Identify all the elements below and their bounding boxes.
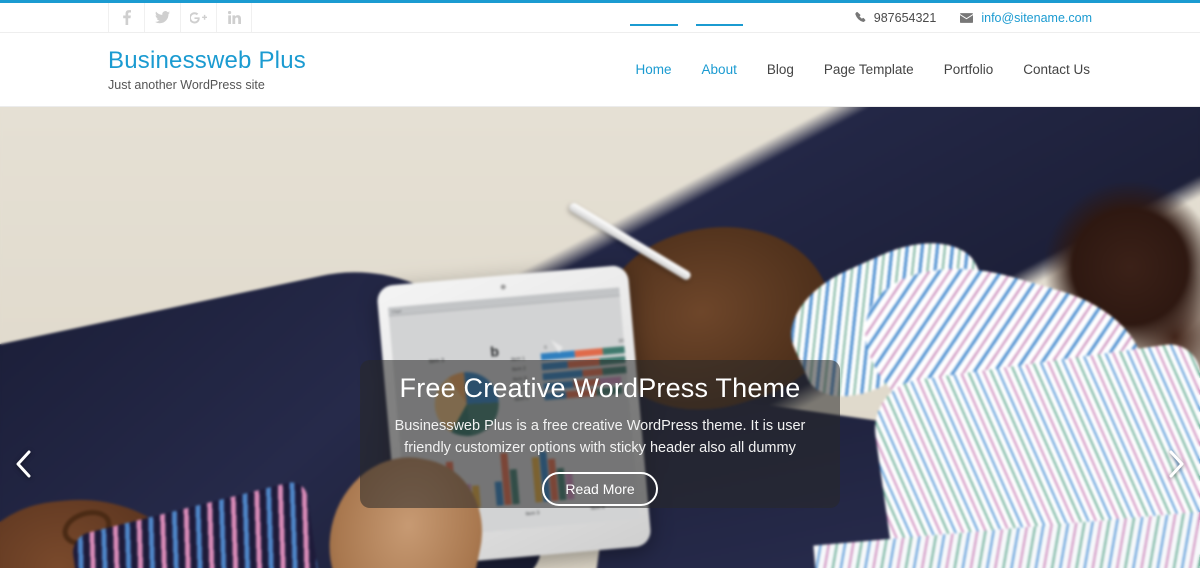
vbar-label: Item 3 bbox=[525, 510, 540, 518]
carousel-prev-button[interactable] bbox=[6, 447, 40, 481]
linkedin-icon[interactable] bbox=[216, 3, 252, 32]
phone-block[interactable]: 987654321 bbox=[855, 10, 937, 25]
hero-caption: Free Creative WordPress Theme Businesswe… bbox=[360, 360, 840, 508]
nav-item-home[interactable]: Home bbox=[629, 24, 678, 81]
site-header: Businessweb Plus Just another WordPress … bbox=[0, 24, 1200, 107]
twitter-icon[interactable] bbox=[144, 3, 180, 32]
chart-letter: b bbox=[489, 343, 500, 360]
social-links bbox=[108, 3, 252, 32]
hero-slider: Chart Item 3 b 0 30 Item 1 bbox=[0, 107, 1200, 572]
site-title[interactable]: Businessweb Plus bbox=[108, 47, 306, 75]
hbar-axis-max: 30 bbox=[618, 338, 625, 345]
nav-item-about[interactable]: About bbox=[695, 24, 744, 81]
primary-navigation: Home About Blog Page Template Portfolio … bbox=[629, 24, 1092, 81]
site-tagline: Just another WordPress site bbox=[108, 77, 265, 92]
hero-description: Businessweb Plus is a free creative Word… bbox=[394, 417, 806, 456]
nav-item-contact-us[interactable]: Contact Us bbox=[1021, 58, 1092, 81]
contact-info: 987654321 info@sitename.com bbox=[855, 3, 1092, 32]
facebook-icon[interactable] bbox=[108, 3, 144, 32]
tablet-camera-icon bbox=[500, 284, 506, 290]
page-bottom-strip bbox=[0, 568, 1200, 572]
email-block[interactable]: info@sitename.com bbox=[960, 11, 1092, 25]
google-plus-icon[interactable] bbox=[180, 3, 216, 32]
carousel-next-button[interactable] bbox=[1160, 447, 1194, 481]
topbar: 987654321 info@sitename.com bbox=[0, 3, 1200, 33]
nav-item-page-template[interactable]: Page Template bbox=[822, 58, 916, 81]
chevron-left-icon bbox=[16, 450, 31, 478]
phone-icon bbox=[855, 12, 866, 23]
nav-item-portfolio[interactable]: Portfolio bbox=[942, 58, 996, 81]
page-root: 987654321 info@sitename.com Businessweb … bbox=[0, 0, 1200, 572]
envelope-icon bbox=[960, 12, 974, 23]
hero-title: Free Creative WordPress Theme bbox=[399, 373, 801, 403]
chevron-right-icon bbox=[1169, 450, 1184, 478]
nav-item-blog[interactable]: Blog bbox=[765, 58, 796, 81]
branding[interactable]: Businessweb Plus Just another WordPress … bbox=[108, 47, 306, 92]
email-address[interactable]: info@sitename.com bbox=[981, 11, 1092, 25]
read-more-button[interactable]: Read More bbox=[542, 472, 658, 507]
phone-number: 987654321 bbox=[873, 10, 937, 25]
